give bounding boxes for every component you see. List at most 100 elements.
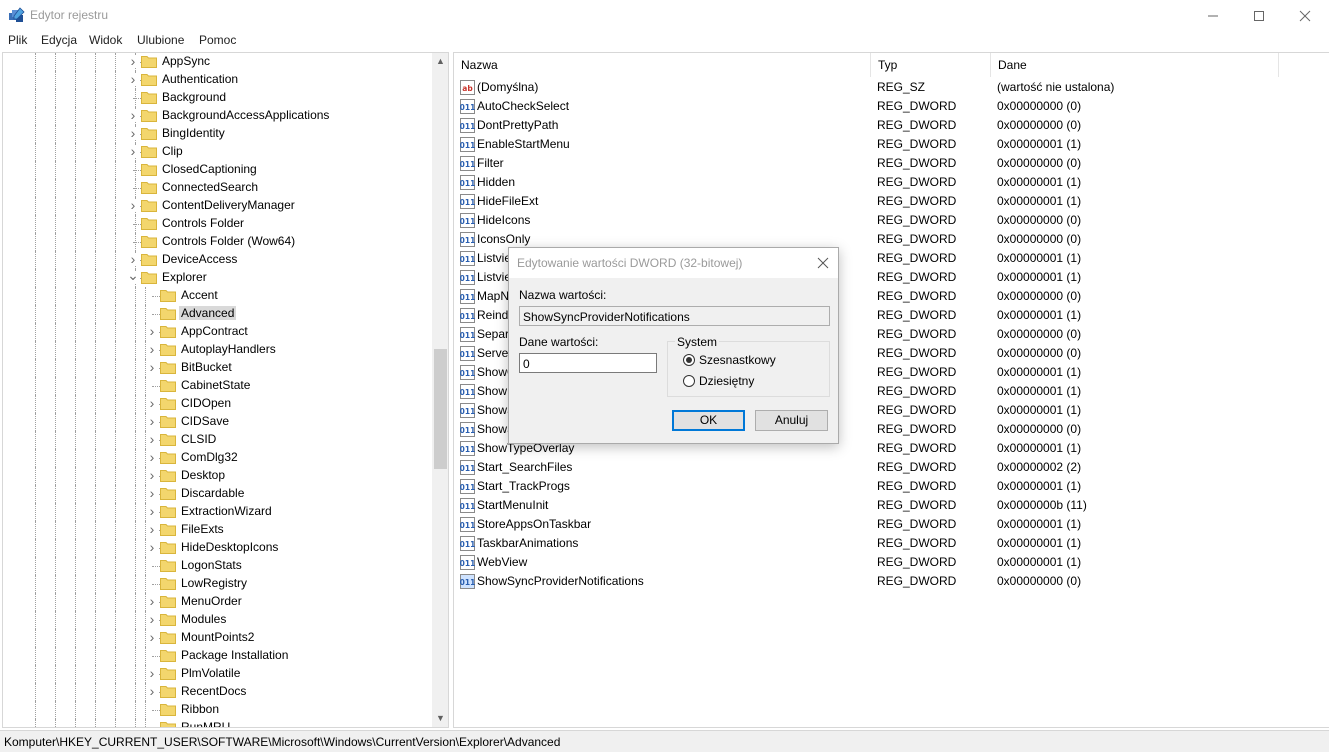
- tree-item-label[interactable]: BackgroundAccessApplications: [160, 108, 331, 122]
- tree-item[interactable]: Advanced: [3, 305, 433, 323]
- tree-item-label-selected[interactable]: Advanced: [179, 306, 237, 320]
- tree-item[interactable]: › MenuOrder: [3, 593, 433, 611]
- tree-item-label[interactable]: BitBucket: [179, 360, 234, 374]
- chevron-right-icon[interactable]: ›: [146, 360, 158, 374]
- tree-item[interactable]: LowRegistry: [3, 575, 433, 593]
- tree-item-label[interactable]: BingIdentity: [160, 126, 227, 140]
- tree-item-label[interactable]: Controls Folder (Wow64): [160, 234, 297, 248]
- list-item[interactable]: 011 HideIcons REG_DWORD 0x00000000 (0): [454, 211, 1329, 230]
- menu-favorites[interactable]: Ulubione: [137, 33, 184, 47]
- menu-view[interactable]: Widok: [89, 33, 122, 47]
- tree-item-label[interactable]: ClosedCaptioning: [160, 162, 259, 176]
- tree-item[interactable]: › ComDlg32: [3, 449, 433, 467]
- tree-vertical-scrollbar[interactable]: ▲ ▼: [432, 53, 448, 727]
- chevron-right-icon[interactable]: ›: [146, 396, 158, 410]
- tree-item[interactable]: › MountPoints2: [3, 629, 433, 647]
- tree-item[interactable]: Background: [3, 89, 433, 107]
- tree-item-label[interactable]: ExtractionWizard: [179, 504, 274, 518]
- tree-item[interactable]: › AutoplayHandlers: [3, 341, 433, 359]
- chevron-right-icon[interactable]: ›: [146, 324, 158, 338]
- chevron-down-icon[interactable]: ⌄: [127, 268, 139, 284]
- tree-item[interactable]: › BitBucket: [3, 359, 433, 377]
- chevron-right-icon[interactable]: ›: [146, 486, 158, 500]
- chevron-right-icon[interactable]: ›: [146, 630, 158, 644]
- menu-help[interactable]: Pomoc: [199, 33, 236, 47]
- tree-item[interactable]: Package Installation: [3, 647, 433, 665]
- tree-item[interactable]: CabinetState: [3, 377, 433, 395]
- list-item[interactable]: 011 StartMenuInit REG_DWORD 0x0000000b (11): [454, 496, 1329, 515]
- tree-item-label[interactable]: CIDOpen: [179, 396, 233, 410]
- tree-item[interactable]: Controls Folder: [3, 215, 433, 233]
- tree-item-label[interactable]: AppContract: [179, 324, 250, 338]
- tree-item-label[interactable]: AppSync: [160, 54, 212, 68]
- tree-item[interactable]: Accent: [3, 287, 433, 305]
- tree-item[interactable]: RunMRU: [3, 719, 433, 727]
- tree-item-label[interactable]: RunMRU: [179, 720, 232, 727]
- chevron-right-icon[interactable]: ›: [146, 540, 158, 554]
- list-item[interactable]: 011 TaskbarAnimations REG_DWORD 0x00000001 …: [454, 534, 1329, 553]
- tree-item-label[interactable]: Modules: [179, 612, 228, 626]
- list-item[interactable]: 011 EnableStartMenu REG_DWORD 0x00000001 (1…: [454, 135, 1329, 154]
- chevron-right-icon[interactable]: ›: [127, 198, 139, 212]
- value-data-input[interactable]: 0: [519, 353, 657, 373]
- chevron-right-icon[interactable]: ›: [146, 468, 158, 482]
- radio-hexadecimal[interactable]: [683, 354, 695, 366]
- tree-item-label[interactable]: LowRegistry: [179, 576, 249, 590]
- tree-item[interactable]: › CIDOpen: [3, 395, 433, 413]
- menu-file[interactable]: Plik: [8, 33, 27, 47]
- list-item[interactable]: 011 Hidden REG_DWORD 0x00000001 (1): [454, 173, 1329, 192]
- radio-decimal[interactable]: [683, 375, 695, 387]
- tree-item-label[interactable]: ComDlg32: [179, 450, 240, 464]
- list-item[interactable]: 011 DontPrettyPath REG_DWORD 0x00000000 (0): [454, 116, 1329, 135]
- tree-item[interactable]: Controls Folder (Wow64): [3, 233, 433, 251]
- scroll-down-arrow-icon[interactable]: ▼: [432, 710, 448, 727]
- tree-item-label[interactable]: PlmVolatile: [179, 666, 242, 680]
- chevron-right-icon[interactable]: ›: [127, 126, 139, 140]
- tree-item[interactable]: › ExtractionWizard: [3, 503, 433, 521]
- ok-button[interactable]: OK: [672, 410, 745, 431]
- tree-item[interactable]: › Discardable: [3, 485, 433, 503]
- list-item[interactable]: 011 ShowSyncProviderNotifications REG_DWOR…: [454, 572, 1329, 591]
- chevron-right-icon[interactable]: ›: [146, 666, 158, 680]
- close-button[interactable]: [1282, 0, 1328, 31]
- tree-item-label[interactable]: LogonStats: [179, 558, 244, 572]
- tree-item[interactable]: › FileExts: [3, 521, 433, 539]
- tree-item[interactable]: › Desktop: [3, 467, 433, 485]
- column-header-type[interactable]: Typ: [871, 53, 991, 77]
- tree-item-label[interactable]: DeviceAccess: [160, 252, 239, 266]
- tree-item[interactable]: ⌄ Explorer: [3, 268, 433, 287]
- tree-item-label[interactable]: CabinetState: [179, 378, 252, 392]
- tree-item-label[interactable]: Authentication: [160, 72, 240, 86]
- list-item[interactable]: 011 WebView REG_DWORD 0x00000001 (1): [454, 553, 1329, 572]
- tree-item-label[interactable]: FileExts: [179, 522, 226, 536]
- tree-item-label[interactable]: Package Installation: [179, 648, 290, 662]
- cancel-button[interactable]: Anuluj: [755, 410, 828, 431]
- radio-hexadecimal-label[interactable]: Szesnastkowy: [699, 353, 776, 367]
- tree-item-label[interactable]: Desktop: [179, 468, 227, 482]
- tree-item[interactable]: › Authentication: [3, 71, 433, 89]
- tree-item-label[interactable]: MenuOrder: [179, 594, 244, 608]
- list-item[interactable]: 011 StoreAppsOnTaskbar REG_DWORD 0x00000001…: [454, 515, 1329, 534]
- registry-key-tree[interactable]: › AppSync › Authentication Background › Backgr…: [2, 52, 449, 728]
- list-item[interactable]: ab (Domyślna) REG_SZ (wartość nie ustalona): [454, 78, 1329, 97]
- tree-item[interactable]: LogonStats: [3, 557, 433, 575]
- chevron-right-icon[interactable]: ›: [127, 252, 139, 266]
- tree-item[interactable]: › DeviceAccess: [3, 251, 433, 269]
- tree-item-label[interactable]: ConnectedSearch: [160, 180, 260, 194]
- tree-item[interactable]: › BingIdentity: [3, 125, 433, 143]
- tree-item-label[interactable]: HideDesktopIcons: [179, 540, 280, 554]
- chevron-right-icon[interactable]: ›: [146, 414, 158, 428]
- tree-item[interactable]: › Modules: [3, 611, 433, 629]
- chevron-right-icon[interactable]: ›: [146, 612, 158, 626]
- tree-item[interactable]: › ContentDeliveryManager: [3, 197, 433, 215]
- tree-item[interactable]: Ribbon: [3, 701, 433, 719]
- chevron-right-icon[interactable]: ›: [146, 450, 158, 464]
- tree-item[interactable]: › CLSID: [3, 431, 433, 449]
- tree-item[interactable]: › AppContract: [3, 323, 433, 341]
- tree-item[interactable]: › HideDesktopIcons: [3, 539, 433, 557]
- chevron-right-icon[interactable]: ›: [127, 72, 139, 86]
- tree-item-label[interactable]: CIDSave: [179, 414, 231, 428]
- tree-item-label[interactable]: Accent: [179, 288, 220, 302]
- tree-item-label[interactable]: AutoplayHandlers: [179, 342, 278, 356]
- radio-decimal-label[interactable]: Dziesiętny: [699, 374, 754, 388]
